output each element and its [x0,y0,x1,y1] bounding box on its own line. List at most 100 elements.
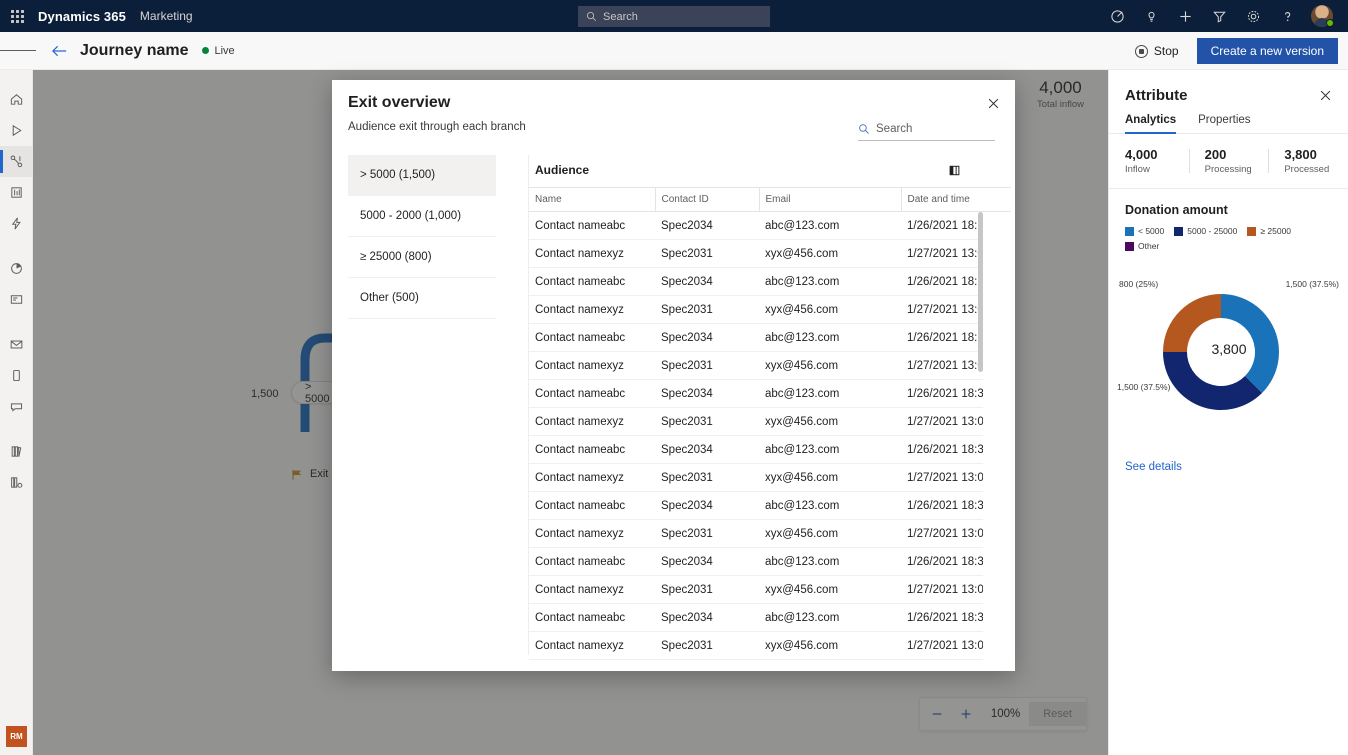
dialog-subtitle: Audience exit through each branch [348,121,526,133]
back-arrow-icon[interactable] [44,32,74,70]
table-row[interactable]: Contact nameabc Spec2034 abc@123.com 1/26/2… [529,603,983,632]
table-cell-cid: Spec2031 [655,295,759,324]
sidebar-item-text-messages[interactable] [0,391,33,422]
column-header-name[interactable]: Name [529,187,656,212]
sidebar-item-push[interactable] [0,360,33,391]
table-cell-name: Contact nameabc [529,323,655,352]
dialog-title: Exit overview [348,94,451,111]
table-row[interactable]: Contact nameabc Spec2034 abc@123.com 1/26/2… [529,547,983,576]
stat-inflow: 4,000 Inflow [1109,147,1189,175]
branch-list-item[interactable]: > 5000 (1,500) [348,155,496,196]
table-row[interactable]: Contact namexyz Spec2031 xyx@456.com 1/27/2… [529,351,983,380]
table-cell-mail: abc@123.com [759,435,901,464]
search-icon [586,11,597,22]
close-icon[interactable] [1316,86,1334,104]
sidebar-item-analytics[interactable] [0,253,33,284]
table-cell-mail: abc@123.com [759,547,901,576]
tab-analytics[interactable]: Analytics [1125,114,1177,134]
column-header-date[interactable]: Date and time [901,187,1011,212]
table-cell-name: Contact nameabc [529,491,655,520]
table-cell-name: Contact nameabc [529,435,655,464]
see-details-link[interactable]: See details [1109,447,1348,473]
table-row[interactable]: Contact namexyz Spec2031 xyx@456.com 1/27/2… [529,575,983,604]
table-row[interactable]: Contact nameabc Spec2034 abc@123.com 1/26/2… [529,212,983,240]
filter-icon[interactable] [1202,0,1236,32]
avatar[interactable] [1304,0,1340,32]
column-header-email[interactable]: Email [759,187,902,212]
close-icon[interactable] [983,93,1003,113]
sidebar-item-forms[interactable] [0,284,33,315]
suite-bar-actions [1100,0,1340,32]
sidebar-item-home[interactable] [0,84,33,115]
table-cell-cid: Spec2031 [655,631,759,660]
attribute-stats: 4,000 Inflow 200 Processing 3,800 Proces… [1109,134,1348,189]
table-row[interactable]: Contact namexyz Spec2031 xyx@456.com 1/27/2… [529,407,983,436]
waffle-grid-icon[interactable] [0,0,34,32]
table-cell-name: Contact namexyz [529,463,655,492]
legend-swatch [1125,241,1134,251]
stat-processed-label: Processed [1284,164,1330,175]
table-cell-mail: xyx@456.com [759,239,901,268]
sidebar-item-get-started[interactable] [0,115,33,146]
column-header-contact-id[interactable]: Contact ID [655,187,760,212]
table-cell-date: 1/27/2021 13:03 [901,519,983,548]
table-row[interactable]: Contact nameabc Spec2034 abc@123.com 1/26/2… [529,491,983,520]
user-badge-container: RM [0,726,33,747]
sidebar-item-journeys[interactable] [0,146,33,177]
table-row[interactable]: Contact namexyz Spec2031 xyx@456.com 1/27/2… [529,463,983,492]
table-cell-name: Contact namexyz [529,239,655,268]
table-row[interactable]: Contact namexyz Spec2031 xyx@456.com 1/27/2… [529,239,983,268]
donut-slice-1[interactable] [1163,352,1263,410]
stop-button[interactable]: Stop [1134,44,1179,58]
branch-list-item[interactable]: ≥ 25000 (800) [348,237,496,278]
table-row[interactable]: Contact nameabc Spec2034 abc@123.com 1/26/2… [529,435,983,464]
sidebar-item-triggers[interactable] [0,208,33,239]
lightbulb-icon[interactable] [1134,0,1168,32]
table-cell-name: Contact namexyz [529,407,655,436]
help-icon[interactable] [1270,0,1304,32]
table-cell-cid: Spec2034 [655,603,759,632]
audience-title: Audience [535,163,590,177]
table-cell-date: 1/26/2021 18:33 [901,435,983,464]
audience-table-scroll[interactable]: Contact nameabc Spec2034 abc@123.com 1/26/2… [529,212,983,674]
table-cell-date: 1/27/2021 13:03 [901,575,983,604]
dialog-search-placeholder: Search [876,123,913,135]
table-row[interactable]: Contact nameabc Spec2034 abc@123.com 1/26/2… [529,267,983,296]
donut-chart[interactable]: 3,800 1,500 (37.5%) 1,500 (37.5%) 800 (2… [1109,257,1348,447]
sidebar-item-assets[interactable] [0,467,33,498]
table-row[interactable]: Contact nameabc Spec2034 abc@123.com 1/26/2… [529,379,983,408]
global-search-input[interactable]: Search [578,6,770,27]
brand-name[interactable]: Dynamics 365 [38,9,126,24]
sidebar-item-segments[interactable] [0,177,33,208]
chart-legend: < 5000 5000 - 25000 ≥ 25000 Other [1109,217,1348,251]
table-scrollbar[interactable] [978,212,983,674]
table-row[interactable]: Contact nameabc Spec2034 abc@123.com 1/26/2… [529,323,983,352]
table-cell-date: 1/27/2021 13:03 [901,351,983,380]
hamburger-icon[interactable] [0,32,36,70]
sidebar-item-library[interactable] [0,436,33,467]
branch-list-item[interactable]: Other (500) [348,278,496,319]
gear-icon[interactable] [1236,0,1270,32]
global-search-placeholder: Search [603,10,638,23]
table-row[interactable]: Contact namexyz Spec2031 xyx@456.com 1/27/2… [529,519,983,548]
dialog-search-input[interactable]: Search [858,118,995,141]
tab-properties[interactable]: Properties [1198,114,1250,133]
table-cell-mail: xyx@456.com [759,295,901,324]
branch-list-item[interactable]: 5000 - 2000 (1,000) [348,196,496,237]
table-cell-cid: Spec2034 [655,323,759,352]
table-columns-icon[interactable] [948,164,961,177]
table-cell-mail: abc@123.com [759,491,901,520]
table-row[interactable]: Contact namexyz Spec2031 xyx@456.com 1/27/2… [529,631,983,660]
sidebar-item-emails[interactable] [0,329,33,360]
table-scrollbar-thumb[interactable] [978,212,983,372]
plus-icon[interactable] [1168,0,1202,32]
app-name[interactable]: Marketing [140,9,193,23]
table-cell-cid: Spec2031 [655,407,759,436]
create-new-version-button[interactable]: Create a new version [1196,38,1338,64]
table-cell-cid: Spec2034 [655,379,759,408]
target-icon[interactable] [1100,0,1134,32]
table-row[interactable]: Contact namexyz Spec2031 xyx@456.com 1/27/2… [529,295,983,324]
user-initials-badge[interactable]: RM [6,726,27,747]
table-cell-mail: xyx@456.com [759,407,901,436]
stat-inflow-value: 4,000 [1125,147,1158,162]
